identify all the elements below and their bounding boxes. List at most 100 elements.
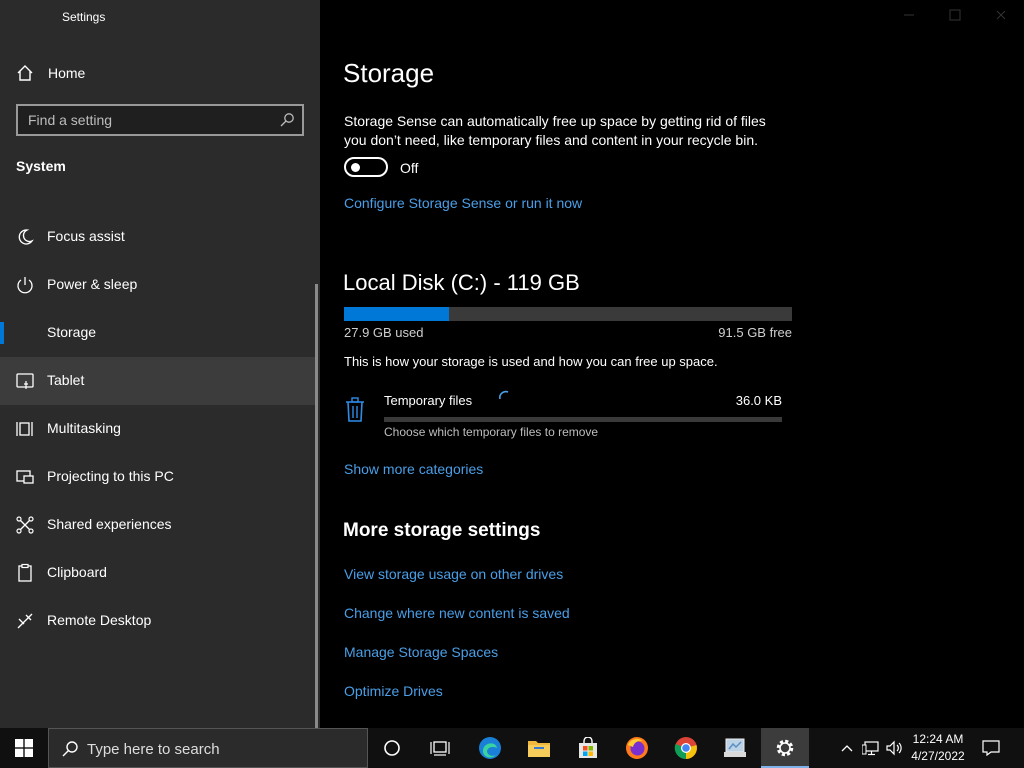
sidebar-item-label: Storage — [47, 324, 97, 340]
sidebar-item-label: Power & sleep — [47, 276, 138, 292]
sidebar-item-remote-desktop[interactable]: Remote Desktop — [0, 597, 316, 645]
disk-free-label: 91.5 GB free — [718, 325, 792, 340]
power-icon — [17, 277, 33, 294]
optimize-drives-link[interactable]: Optimize Drives — [344, 683, 443, 699]
more-storage-settings-heading: More storage settings — [343, 520, 541, 541]
storage-sense-description: Storage Sense can automatically free up … — [344, 113, 766, 148]
minimize-icon[interactable] — [902, 8, 916, 22]
clipboard-icon — [18, 563, 32, 582]
sidebar-item-label: Tablet — [47, 372, 85, 388]
firefox-icon — [626, 737, 648, 759]
control-panel-button[interactable] — [711, 728, 759, 768]
folder-icon — [528, 741, 550, 757]
disk-usage-fill — [344, 307, 449, 321]
sidebar-item-label: Remote Desktop — [47, 612, 152, 628]
file-explorer-button[interactable] — [515, 728, 563, 768]
tablet-icon — [16, 373, 34, 389]
category-size: 36.0 KB — [735, 393, 782, 408]
chrome-button[interactable] — [662, 728, 710, 768]
category-usage-bar — [384, 417, 782, 422]
storage-icon — [15, 323, 35, 343]
network-icon — [862, 741, 879, 756]
network-tray-button[interactable] — [861, 728, 881, 768]
moon-icon — [18, 229, 34, 245]
main-content: Storage Storage Sense can automatically … — [320, 0, 1024, 728]
toggle-state-label: Off — [400, 160, 419, 176]
taskbar-clock[interactable]: 12:24 AM 4/27/2022 — [906, 731, 970, 765]
change-new-content-location-link[interactable]: Change where new content is saved — [344, 605, 570, 621]
usage-description: This is how your storage is used and how… — [344, 354, 718, 369]
search-icon[interactable] — [279, 112, 295, 128]
sidebar-scrollbar[interactable] — [315, 284, 318, 728]
settings-search-input[interactable] — [18, 106, 268, 134]
trash-icon — [346, 397, 364, 422]
configure-storage-sense-link[interactable]: Configure Storage Sense or run it now — [344, 195, 582, 211]
disk-used-label: 27.9 GB used — [344, 325, 424, 340]
home-icon — [17, 65, 33, 81]
disk-usage-bar — [344, 307, 792, 321]
show-more-categories-link[interactable]: Show more categories — [344, 461, 483, 477]
microsoft-store-button[interactable] — [564, 728, 612, 768]
close-icon[interactable] — [994, 8, 1008, 22]
taskbar-search-box[interactable] — [48, 728, 368, 768]
edge-app-button[interactable] — [466, 728, 514, 768]
maximize-icon[interactable] — [948, 8, 962, 22]
volume-tray-button[interactable] — [884, 728, 904, 768]
taskbar-search-input[interactable] — [87, 735, 357, 763]
sidebar-item-power-sleep[interactable]: Power & sleep — [0, 261, 316, 309]
manage-storage-spaces-link[interactable]: Manage Storage Spaces — [344, 644, 498, 660]
settings-search-box[interactable] — [16, 104, 304, 136]
cortana-button[interactable] — [368, 728, 416, 768]
sidebar: Settings Home System Focus assist Power … — [0, 0, 320, 728]
taskbar: 12:24 AM 4/27/2022 — [0, 728, 1024, 768]
task-view-icon — [430, 741, 450, 756]
nav-home[interactable]: Home — [0, 56, 320, 90]
edge-icon — [479, 737, 501, 759]
sidebar-item-label: Shared experiences — [47, 516, 172, 532]
sidebar-item-label: Focus assist — [47, 228, 125, 244]
control-panel-icon — [724, 738, 746, 757]
cortana-circle-icon — [384, 740, 400, 756]
chrome-icon — [674, 737, 697, 760]
projecting-icon — [16, 470, 34, 484]
selected-indicator — [0, 322, 4, 344]
sidebar-item-multitasking[interactable]: Multitasking — [0, 405, 316, 453]
clock-date: 4/27/2022 — [911, 749, 965, 763]
sidebar-item-label: Clipboard — [47, 564, 107, 580]
notification-icon — [982, 740, 1000, 756]
sidebar-item-projecting[interactable]: Projecting to this PC — [0, 453, 316, 501]
store-icon — [579, 737, 597, 758]
sidebar-item-label: Multitasking — [47, 420, 121, 436]
action-center-button[interactable] — [978, 728, 1004, 768]
search-icon — [62, 741, 78, 757]
section-title: System — [16, 158, 66, 174]
show-hidden-icons-button[interactable] — [838, 728, 856, 768]
chevron-up-icon — [841, 745, 853, 752]
sidebar-item-shared-experiences[interactable]: Shared experiences — [0, 501, 316, 549]
sidebar-item-clipboard[interactable]: Clipboard — [0, 549, 316, 597]
remote-desktop-icon — [17, 613, 33, 629]
sidebar-item-tablet[interactable]: Tablet — [0, 357, 316, 405]
start-button[interactable] — [0, 728, 48, 768]
disk-title: Local Disk (C:) - 119 GB — [343, 270, 580, 295]
task-view-button[interactable] — [416, 728, 464, 768]
category-name[interactable]: Temporary files — [384, 393, 472, 408]
category-description: Choose which temporary files to remove — [384, 425, 599, 439]
clock-time: 12:24 AM — [912, 732, 964, 746]
windows-logo-icon — [15, 739, 33, 757]
storage-sense-toggle[interactable] — [344, 157, 388, 177]
gear-icon — [776, 739, 794, 757]
app-title: Settings — [62, 10, 106, 24]
shared-icon — [16, 516, 34, 534]
nav-home-label: Home — [48, 65, 86, 81]
page-title: Storage — [343, 58, 435, 88]
sidebar-item-label: Projecting to this PC — [47, 468, 174, 484]
view-storage-usage-link[interactable]: View storage usage on other drives — [344, 566, 563, 582]
firefox-button[interactable] — [613, 728, 661, 768]
settings-app-button[interactable] — [761, 728, 809, 768]
loading-spinner-icon — [499, 390, 509, 400]
volume-icon — [886, 740, 902, 756]
sidebar-item-focus-assist[interactable]: Focus assist — [0, 213, 316, 261]
sidebar-item-storage[interactable]: Storage — [0, 309, 316, 357]
toggle-knob — [351, 163, 360, 172]
